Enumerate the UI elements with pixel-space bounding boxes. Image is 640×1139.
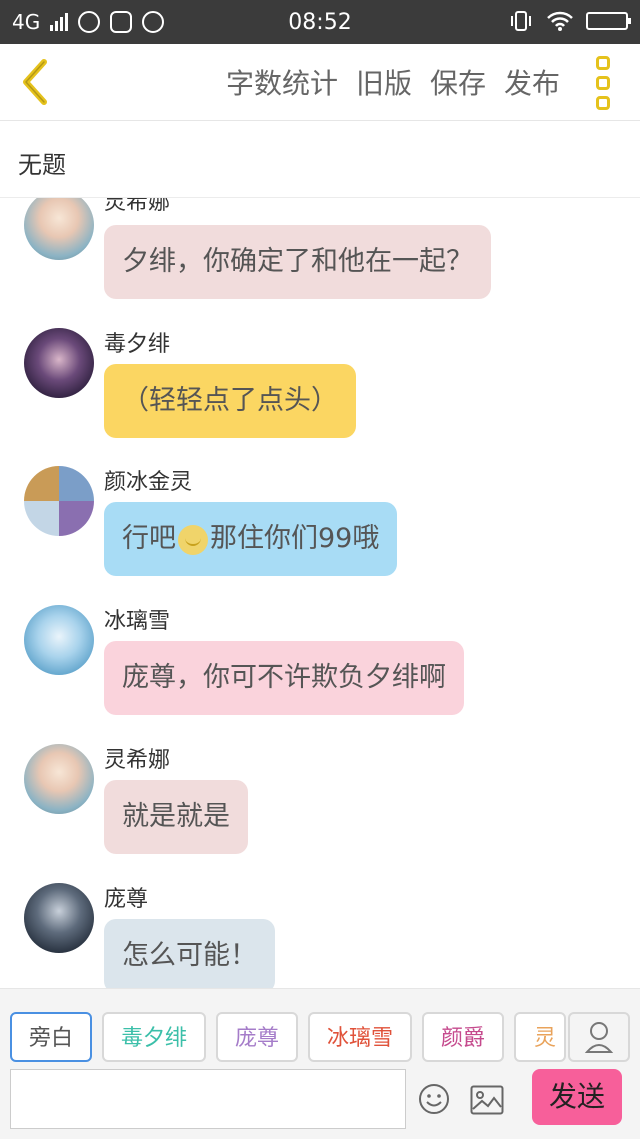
- avatar[interactable]: [24, 328, 94, 398]
- avatar[interactable]: [24, 466, 94, 536]
- role-selector: 旁白 毒夕绯 庞尊 冰璃雪 颜爵 灵希: [10, 1012, 566, 1062]
- back-arrow-icon[interactable]: [16, 58, 56, 106]
- story-title: 无题: [18, 151, 66, 179]
- role-chip[interactable]: 冰璃雪: [308, 1012, 412, 1062]
- role-chip[interactable]: 庞尊: [216, 1012, 298, 1062]
- speaker-name: 颜冰金灵: [104, 470, 193, 495]
- avatar[interactable]: [24, 605, 94, 675]
- message-bubble[interactable]: （轻轻点了点头）: [104, 364, 356, 438]
- story-title-bar[interactable]: 无题: [0, 121, 640, 198]
- speaker-name: 庞尊: [104, 887, 149, 912]
- send-button[interactable]: 发送: [532, 1069, 622, 1125]
- role-chip[interactable]: 灵希: [514, 1012, 566, 1062]
- role-chip-narrator[interactable]: 旁白: [10, 1012, 92, 1062]
- smile-emoji-icon: [178, 524, 208, 555]
- message-text: 行吧: [122, 523, 176, 554]
- role-chip[interactable]: 颜爵: [422, 1012, 504, 1062]
- role-manager-button[interactable]: [568, 1012, 630, 1062]
- role-chip[interactable]: 毒夕绯: [102, 1012, 206, 1062]
- message-bubble[interactable]: 行吧 那住你们99哦: [104, 502, 398, 576]
- avatar[interactable]: [24, 744, 94, 814]
- old-version-button[interactable]: 旧版: [356, 62, 412, 102]
- more-menu-icon[interactable]: [596, 56, 616, 110]
- wifi-icon: [547, 11, 573, 31]
- word-count-button[interactable]: 字数统计: [226, 62, 338, 102]
- message-bubble[interactable]: 怎么可能！: [104, 919, 275, 988]
- speaker-name: 毒夕绯: [104, 332, 171, 357]
- message-bubble[interactable]: 夕绯，你确定了和他在一起？: [104, 225, 491, 299]
- emoji-icon[interactable]: [418, 1083, 450, 1115]
- status-bar: 4G 08:52: [0, 0, 640, 44]
- battery-icon: [586, 12, 631, 30]
- speaker-name: 灵希娜: [104, 748, 171, 773]
- publish-button[interactable]: 发布: [504, 62, 560, 102]
- avatar[interactable]: [24, 883, 94, 953]
- save-button[interactable]: 保存: [430, 62, 486, 102]
- dialogue-input[interactable]: [10, 1069, 406, 1129]
- composer-panel: 旁白 毒夕绯 庞尊 冰璃雪 颜爵 灵希 发送: [0, 988, 640, 1139]
- image-icon[interactable]: [470, 1085, 504, 1115]
- vibrate-icon: [511, 11, 531, 31]
- message-text: 那住你们99哦: [210, 523, 380, 554]
- person-icon: [584, 1022, 614, 1053]
- speaker-name: 冰璃雪: [104, 609, 171, 634]
- message-bubble[interactable]: 庞尊，你可不许欺负夕绯啊: [104, 641, 464, 715]
- editor-toolbar: 字数统计 旧版 保存 发布: [0, 44, 640, 121]
- avatar[interactable]: [24, 198, 94, 260]
- message-bubble[interactable]: 就是就是: [104, 780, 248, 854]
- dialogue-list[interactable]: 灵希娜 夕绯，你确定了和他在一起？ 毒夕绯 （轻轻点了点头） 颜冰金灵 行吧 那住…: [0, 198, 640, 988]
- speaker-name: 灵希娜: [104, 198, 171, 215]
